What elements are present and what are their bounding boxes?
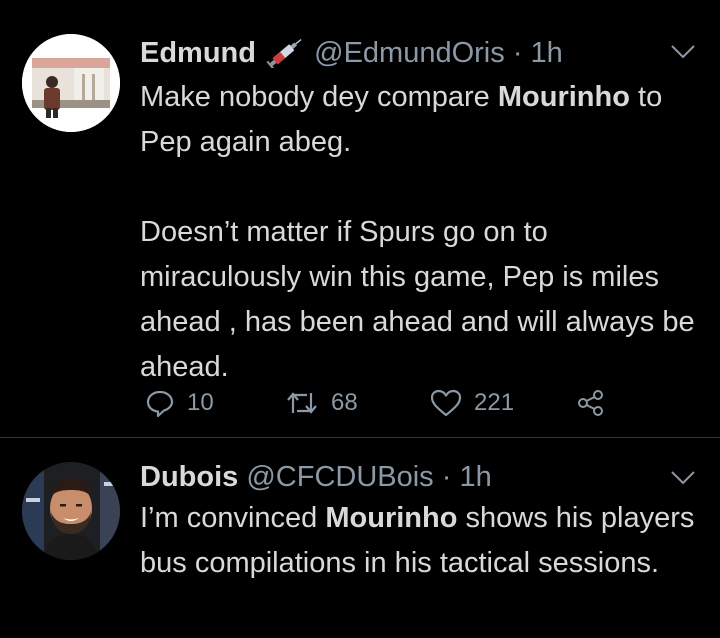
tweet-edmund[interactable]: Edmund @EdmundOris · 1h Make nobody dey … [0,0,720,437]
tweet-paragraph: Make nobody dey compare Mourinho to Pep … [140,81,663,158]
tweet-actions: 10 68 221 [140,385,620,421]
like-button[interactable]: 221 [430,385,514,421]
reply-icon [146,390,174,418]
handle[interactable]: @CFCDUBois [246,461,433,493]
reply-count: 10 [187,389,214,416]
tweet-text: Make nobody dey compare Mourinho to Pep … [140,75,700,390]
chevron-down-icon[interactable] [670,44,696,60]
separator: · [441,461,452,493]
retweet-button[interactable]: 68 [285,385,358,421]
reply-button[interactable]: 10 [145,385,214,421]
syringe-icon [264,38,306,70]
timestamp[interactable]: 1h [531,37,563,69]
like-count: 221 [474,389,515,416]
tweet-header: Edmund @EdmundOris · 1h [140,35,563,71]
bold-keyword: Mourinho [497,81,630,113]
tweet-text: I’m convinced Mourinho shows his players… [140,496,700,586]
bold-keyword: Mourinho [325,502,458,534]
like-icon [430,389,462,417]
avatar-photo [22,462,120,560]
retweet-count: 68 [331,389,358,416]
avatar[interactable] [22,34,120,132]
share-button[interactable] [576,385,606,421]
display-name[interactable]: Edmund [140,37,256,69]
tweet-paragraph: Doesn’t matter if Spurs go on to miracul… [140,216,695,383]
separator: · [512,37,523,69]
display-name[interactable]: Dubois [140,461,238,493]
share-icon [578,390,603,416]
tweet-paragraph: I’m convinced Mourinho shows his players… [140,502,695,579]
timestamp[interactable]: 1h [459,461,491,493]
tweet-header: Dubois @CFCDUBois · 1h [140,459,492,495]
chevron-down-icon[interactable] [670,470,696,486]
avatar[interactable] [22,462,120,560]
handle[interactable]: @EdmundOris [314,37,505,69]
tweet-dubois[interactable]: Dubois @CFCDUBois · 1h I’m convinced Mou… [0,438,720,638]
timeline: Edmund @EdmundOris · 1h Make nobody dey … [0,0,720,638]
retweet-icon [287,392,317,414]
avatar-photo [22,34,120,132]
